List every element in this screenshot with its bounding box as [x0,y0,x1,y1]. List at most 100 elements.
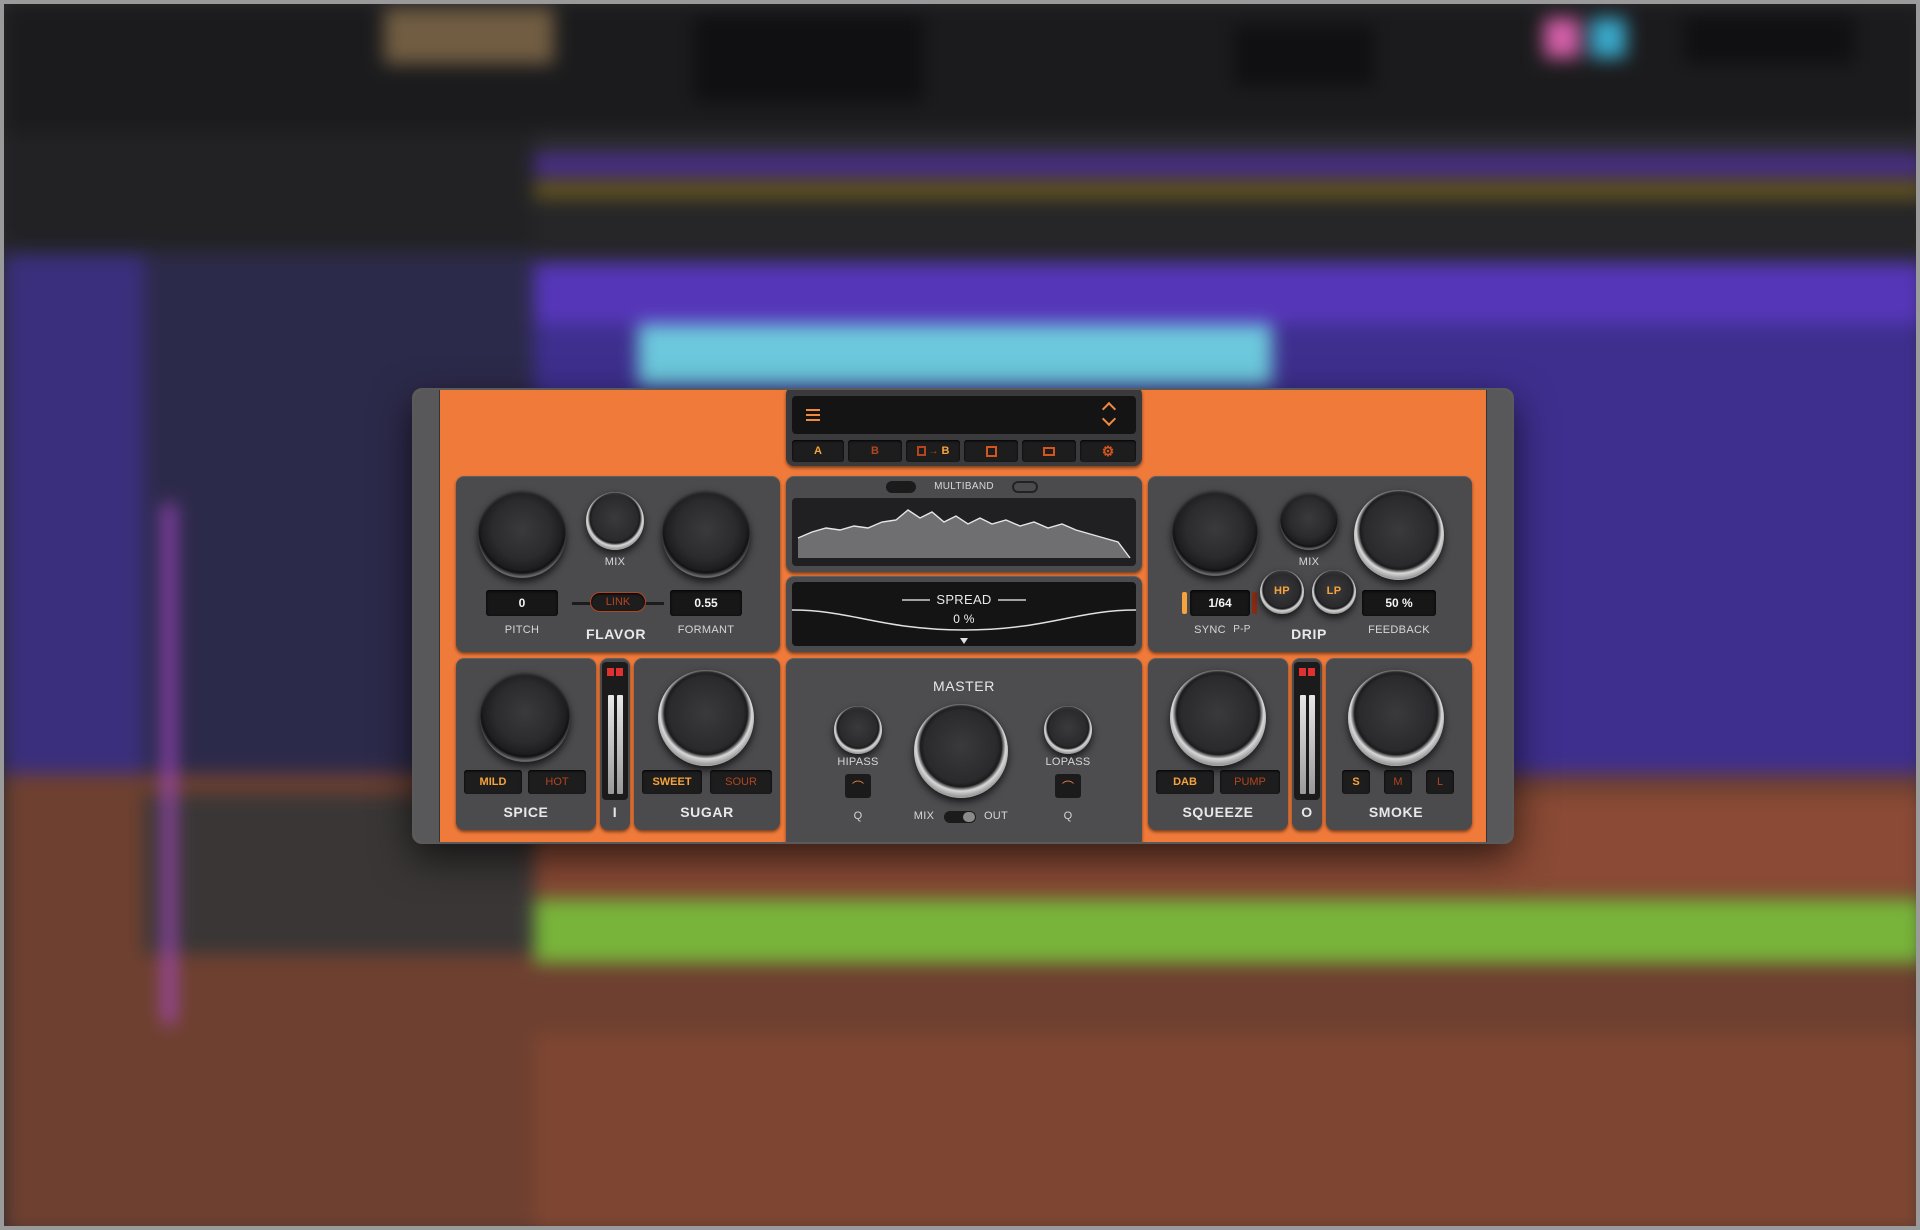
sugar-panel: SWEET SOUR SUGAR [634,658,780,830]
sync-value[interactable]: 1/64 [1190,590,1250,616]
squeeze-dab-button[interactable]: DAB [1156,770,1214,794]
hipass-q-label: Q [853,810,863,822]
multiband-label: MULTIBAND [934,481,994,492]
feedback-label: FEEDBACK [1368,624,1430,636]
spice-title: SPICE [503,804,549,820]
flavor-panel: MIX 0 PITCH LINK 0.55 FORMANT FLAVOR [456,476,780,652]
master-panel: MASTER HIPASS ⌒ Q MIX OUT LOPASS ⌒ Q [786,658,1142,842]
smoke-title: SMOKE [1368,804,1424,820]
master-out-label: OUT [983,810,1009,822]
input-meter-label: I [612,804,618,820]
screen: A B → B ⚙ MIX 0 PITCH LINK 0.55 FORMANT … [0,0,1920,1230]
sync-label: SYNC [1194,624,1226,636]
link-button[interactable]: LINK [590,592,646,612]
output-meter [1294,662,1320,800]
copy-icon [916,446,926,456]
pitch-value[interactable]: 0 [486,590,558,616]
input-meter-bar-left [608,695,614,794]
squeeze-panel: DAB PUMP SQUEEZE [1148,658,1288,830]
sugar-knob[interactable] [658,670,754,766]
lowpass-curve-icon: ⌒ [1061,779,1074,794]
spice-mild-button[interactable]: MILD [464,770,522,794]
hipass-q-button[interactable]: ⌒ [845,774,871,798]
smoke-s-button[interactable]: S [1342,770,1370,794]
gear-icon: ⚙ [1101,442,1115,459]
drip-mix-knob[interactable] [1280,492,1338,550]
plugin-window: A B → B ⚙ MIX 0 PITCH LINK 0.55 FORMANT … [412,388,1514,844]
hamburger-icon[interactable] [806,409,820,421]
lopass-knob[interactable] [1044,706,1092,754]
drip-panel: MIX 1/64 SYNC P-P HP LP 50 % FEEDBACK DR… [1148,476,1472,652]
master-output-knob[interactable] [914,704,1008,798]
sugar-sweet-button[interactable]: SWEET [642,770,702,794]
spectrum-display [792,498,1136,566]
multiband-toggle[interactable] [886,481,916,493]
copy-b-label: B [941,445,950,457]
squeeze-knob[interactable] [1170,670,1266,766]
input-meter-panel: I [600,658,630,830]
save-icon [985,445,997,457]
output-meter-bar-right [1309,695,1315,794]
spectrum-graph [797,509,1131,559]
master-title: MASTER [933,678,995,694]
sync-led [1182,592,1187,614]
ab-a-button[interactable]: A [792,440,844,462]
link-bands-icon[interactable] [1012,481,1038,493]
formant-knob[interactable] [662,490,750,578]
sugar-sour-button[interactable]: SOUR [710,770,772,794]
pitch-label: PITCH [504,624,540,636]
squeeze-pump-button[interactable]: PUMP [1220,770,1280,794]
drip-title: DRIP [1291,626,1327,642]
feedback-value[interactable]: 50 % [1362,590,1436,616]
smoke-knob[interactable] [1348,670,1444,766]
flavor-mix-knob[interactable] [586,492,644,550]
preset-display[interactable] [792,396,1136,434]
pitch-knob[interactable] [478,490,566,578]
preset-down-icon[interactable] [1101,411,1117,427]
lopass-q-label: Q [1063,810,1073,822]
pp-label: P-P [1233,624,1251,635]
spread-value: 0 % [953,612,975,626]
master-mix-label: MIX [913,810,935,822]
feedback-knob[interactable] [1354,490,1444,580]
drip-time-knob[interactable] [1172,490,1258,576]
input-meter [602,662,628,800]
lopass-label: LOPASS [1045,756,1091,768]
lp-label: LP [1326,585,1342,597]
input-meter-bar-right [617,695,623,794]
spread-display[interactable]: SPREAD 0 % [792,582,1136,646]
multiband-panel: MULTIBAND [786,476,1142,572]
highpass-curve-icon: ⌒ [851,779,864,794]
spice-panel: MILD HOT SPICE [456,658,596,830]
smoke-panel: S M L SMOKE [1326,658,1472,830]
drip-mix-label: MIX [1298,556,1320,568]
sugar-title: SUGAR [680,804,734,820]
hipass-knob[interactable] [834,706,882,754]
hp-label: HP [1274,585,1290,597]
smoke-m-button[interactable]: M [1384,770,1412,794]
smoke-l-button[interactable]: L [1426,770,1454,794]
left-end-cap [414,390,440,842]
flavor-title: FLAVOR [585,626,647,642]
squeeze-title: SQUEEZE [1182,804,1254,820]
load-preset-button[interactable] [1022,440,1076,462]
lopass-q-button[interactable]: ⌒ [1055,774,1081,798]
right-end-cap [1486,390,1512,842]
ab-b-button[interactable]: B [848,440,902,462]
flavor-mix-label: MIX [604,556,626,568]
formant-label: FORMANT [677,624,735,636]
pp-led [1252,592,1257,614]
save-preset-button[interactable] [964,440,1018,462]
folder-icon [1043,446,1055,456]
hipass-label: HIPASS [837,756,879,768]
spice-knob[interactable] [480,672,570,762]
formant-value[interactable]: 0.55 [670,590,742,616]
spread-panel: SPREAD 0 % [786,576,1142,652]
output-meter-panel: O [1292,658,1322,830]
settings-button[interactable]: ⚙ [1080,440,1136,462]
copy-a-to-b-button[interactable]: → B [906,440,960,462]
spread-label: SPREAD [936,592,992,607]
preset-header: A B → B ⚙ [786,390,1142,466]
spice-hot-button[interactable]: HOT [528,770,586,794]
mix-out-toggle[interactable] [944,811,976,823]
